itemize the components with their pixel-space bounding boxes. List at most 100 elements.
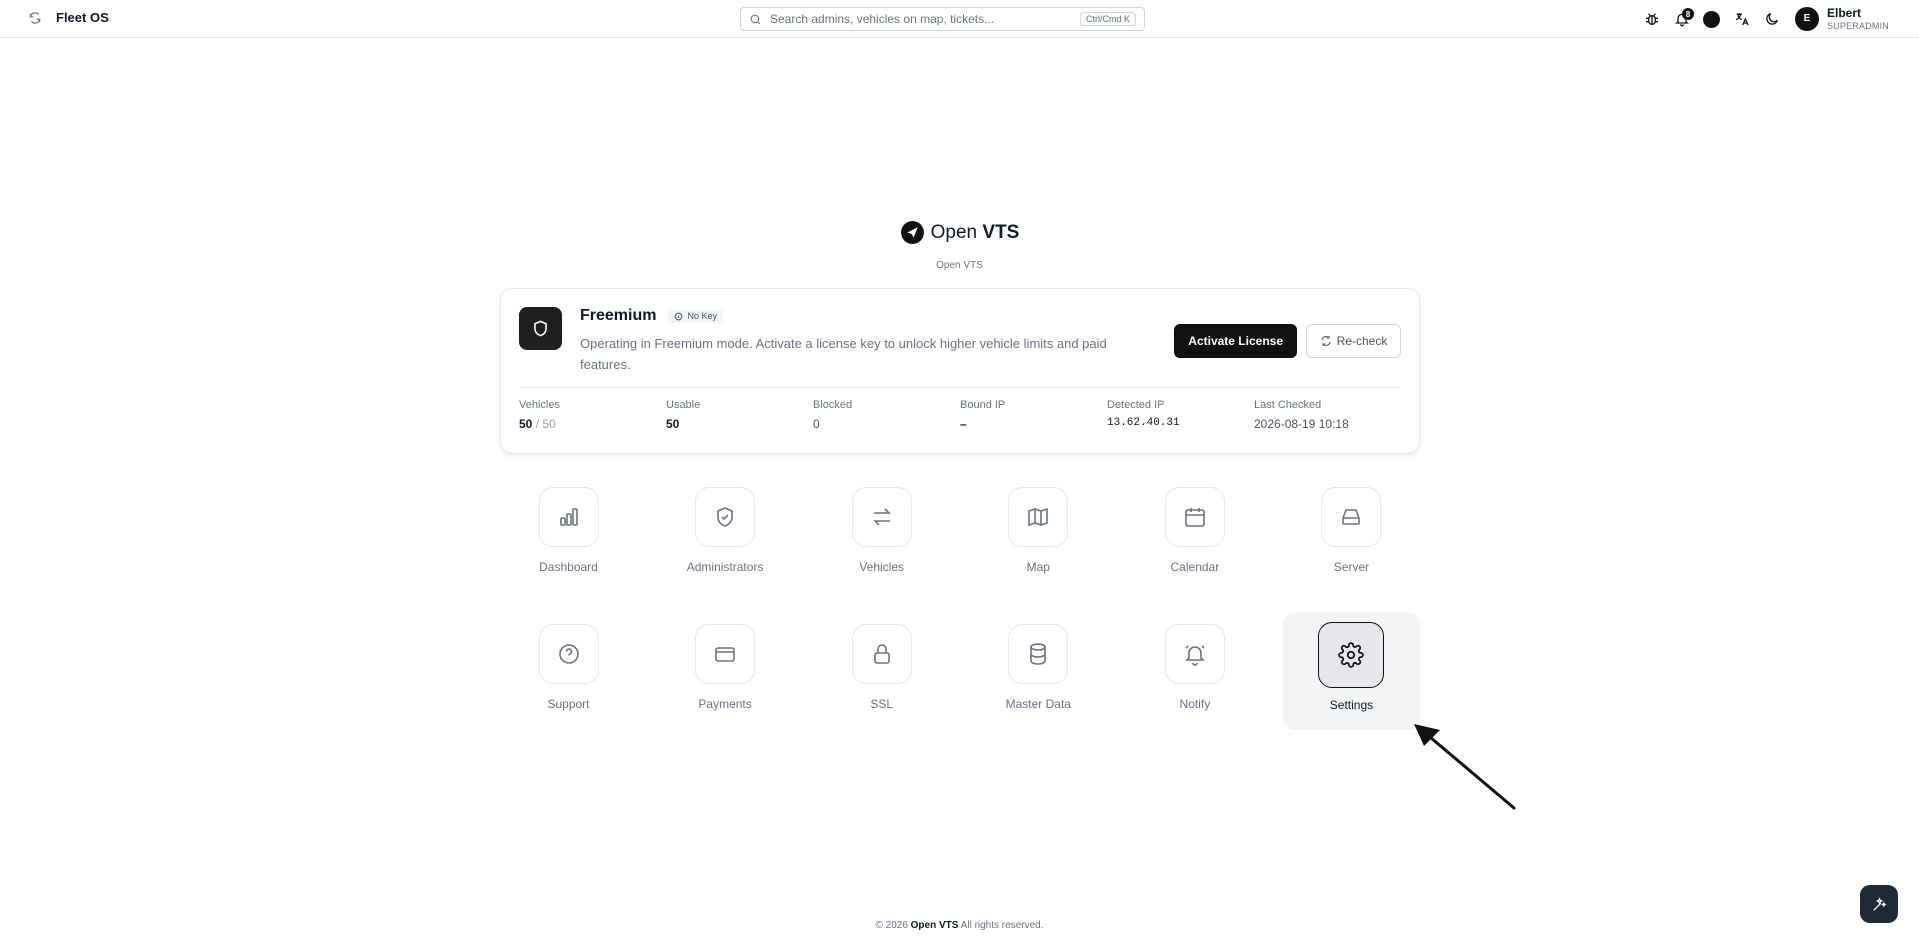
license-stats: Vehicles 50 / 50 Usable 50 Blocked 0 Bou… xyxy=(519,399,1401,431)
compass-logo-icon xyxy=(900,221,924,244)
tile-label: Settings xyxy=(1329,698,1374,712)
app-tile-dashboard[interactable]: Dashboard xyxy=(500,487,637,603)
app-tile-settings[interactable]: Settings xyxy=(1282,612,1420,730)
tile-icon-box xyxy=(1321,487,1382,547)
tile-label: Dashboard xyxy=(539,560,598,574)
stat-blocked: Blocked 0 xyxy=(813,399,960,431)
plan-description: Operating in Freemium mode. Activate a l… xyxy=(580,336,1107,372)
app-tile-ssl[interactable]: SSL xyxy=(813,624,950,740)
hero-title-bold: VTS xyxy=(982,221,1020,243)
bug-report-button[interactable] xyxy=(1637,4,1667,34)
assistant-fab-button[interactable] xyxy=(1860,885,1898,923)
gear-icon xyxy=(1338,642,1365,668)
license-header: Freemium No Key Operating in Freemium mo… xyxy=(519,307,1401,377)
credit-card-icon xyxy=(715,647,735,662)
stat-bound-ip: Bound IP – xyxy=(960,399,1107,431)
arrows-exchange-icon xyxy=(872,508,891,526)
tile-icon-box xyxy=(695,487,756,547)
vehicles-used: 50 xyxy=(519,417,533,431)
stat-vehicles: Vehicles 50 / 50 xyxy=(519,399,666,431)
avatar: E xyxy=(1794,6,1819,31)
app-tile-calendar[interactable]: Calendar xyxy=(1126,487,1263,603)
stat-label: Vehicles xyxy=(519,399,560,411)
user-name: Elbert xyxy=(1826,5,1861,20)
tile-icon-box xyxy=(1164,624,1225,684)
tile-icon-box xyxy=(1318,622,1385,688)
tile-label: Master Data xyxy=(1005,697,1071,711)
activate-license-button[interactable]: Activate License xyxy=(1174,324,1297,358)
status-circle-icon xyxy=(1703,10,1721,28)
footer-brand[interactable]: Open VTS xyxy=(911,920,959,931)
hero-subtitle: Open VTS xyxy=(936,260,983,271)
stat-value: 13.62.40.31 xyxy=(1107,417,1180,429)
stat-label: Bound IP xyxy=(960,399,1006,411)
magic-wand-icon xyxy=(1872,896,1887,911)
stat-label: Last Checked xyxy=(1254,399,1322,411)
top-bar: Fleet OS Ctrl/Cmd K 8 E Elbert SUPERADMI… xyxy=(0,0,1919,38)
app-grid: Dashboard Administrators Vehicles Map Ca… xyxy=(500,487,1420,740)
stat-value: 50 xyxy=(666,417,680,431)
tile-label: Vehicles xyxy=(859,560,905,574)
user-info: Elbert SUPERADMIN xyxy=(1826,5,1889,31)
stat-usable: Usable 50 xyxy=(666,399,813,431)
tile-label: SSL xyxy=(870,697,894,711)
search-input[interactable] xyxy=(770,12,1080,26)
status-indicator-button[interactable] xyxy=(1697,4,1727,34)
stat-last-checked: Last Checked 2026-08-19 10:18 xyxy=(1254,399,1401,431)
key-status-badge: No Key xyxy=(668,309,723,323)
bell-ring-icon xyxy=(1184,645,1205,666)
tile-icon-box xyxy=(1164,487,1225,547)
stat-detected-ip: Detected IP 13.62.40.31 xyxy=(1107,399,1254,431)
app-tile-vehicles[interactable]: Vehicles xyxy=(813,487,950,603)
stat-label: Blocked xyxy=(813,399,853,411)
top-actions: 8 E Elbert SUPERADMIN xyxy=(1637,0,1919,38)
stat-label: Detected IP xyxy=(1107,399,1165,411)
footer-suffix: All rights reserved. xyxy=(958,920,1044,931)
app-tile-notify[interactable]: Notify xyxy=(1126,624,1263,740)
brand[interactable]: Fleet OS xyxy=(28,10,109,25)
help-circle-icon xyxy=(558,644,579,664)
tile-icon-box xyxy=(538,624,599,684)
app-tile-map[interactable]: Map xyxy=(970,487,1107,603)
info-circle-icon xyxy=(675,312,683,320)
hard-drive-icon xyxy=(1342,509,1361,525)
hero-logo: Open VTS xyxy=(900,220,1020,245)
notification-count-badge: 8 xyxy=(1681,8,1694,20)
tile-icon-box xyxy=(1008,487,1069,547)
tile-label: Server xyxy=(1333,560,1370,574)
recheck-button[interactable]: Re-check xyxy=(1306,324,1401,358)
tile-label: Map xyxy=(1026,560,1050,574)
app-tile-support[interactable]: Support xyxy=(500,624,637,740)
refresh-icon xyxy=(1321,336,1331,346)
app-tile-administrators[interactable]: Administrators xyxy=(657,487,794,603)
tile-icon-box xyxy=(851,624,912,684)
app-name: Fleet OS xyxy=(56,10,109,25)
tile-label: Notify xyxy=(1179,697,1211,711)
license-badge xyxy=(519,307,562,350)
bug-icon xyxy=(1645,13,1658,25)
stat-value: 2026-08-19 10:18 xyxy=(1254,417,1349,431)
app-grid-row: Support Payments SSL Master Data Notify xyxy=(500,612,1420,740)
bar-chart-icon xyxy=(559,508,578,526)
recheck-label: Re-check xyxy=(1336,334,1388,348)
app-tile-master-data[interactable]: Master Data xyxy=(970,624,1107,740)
refresh-logo-icon xyxy=(29,11,41,24)
map-icon xyxy=(1028,507,1049,527)
tile-label: Support xyxy=(547,697,590,711)
global-search[interactable]: Ctrl/Cmd K xyxy=(740,7,1145,31)
tile-icon-box xyxy=(695,624,756,684)
app-tile-server[interactable]: Server xyxy=(1283,487,1420,603)
search-icon xyxy=(750,14,761,24)
tile-icon-box xyxy=(538,487,599,547)
notifications-button[interactable]: 8 xyxy=(1667,4,1697,34)
user-menu[interactable]: E Elbert SUPERADMIN xyxy=(1794,5,1889,31)
pointer-arrow-annotation xyxy=(1414,724,1516,810)
tile-label: Administrators xyxy=(686,560,764,574)
theme-toggle-button[interactable] xyxy=(1757,4,1787,34)
database-icon xyxy=(1030,643,1047,665)
search-shortcut: Ctrl/Cmd K xyxy=(1079,12,1136,26)
footer: © 2026 Open VTS All rights reserved. xyxy=(0,920,1919,931)
app-tile-payments[interactable]: Payments xyxy=(657,624,794,740)
user-role: SUPERADMIN xyxy=(1826,20,1889,31)
language-button[interactable] xyxy=(1727,4,1757,34)
